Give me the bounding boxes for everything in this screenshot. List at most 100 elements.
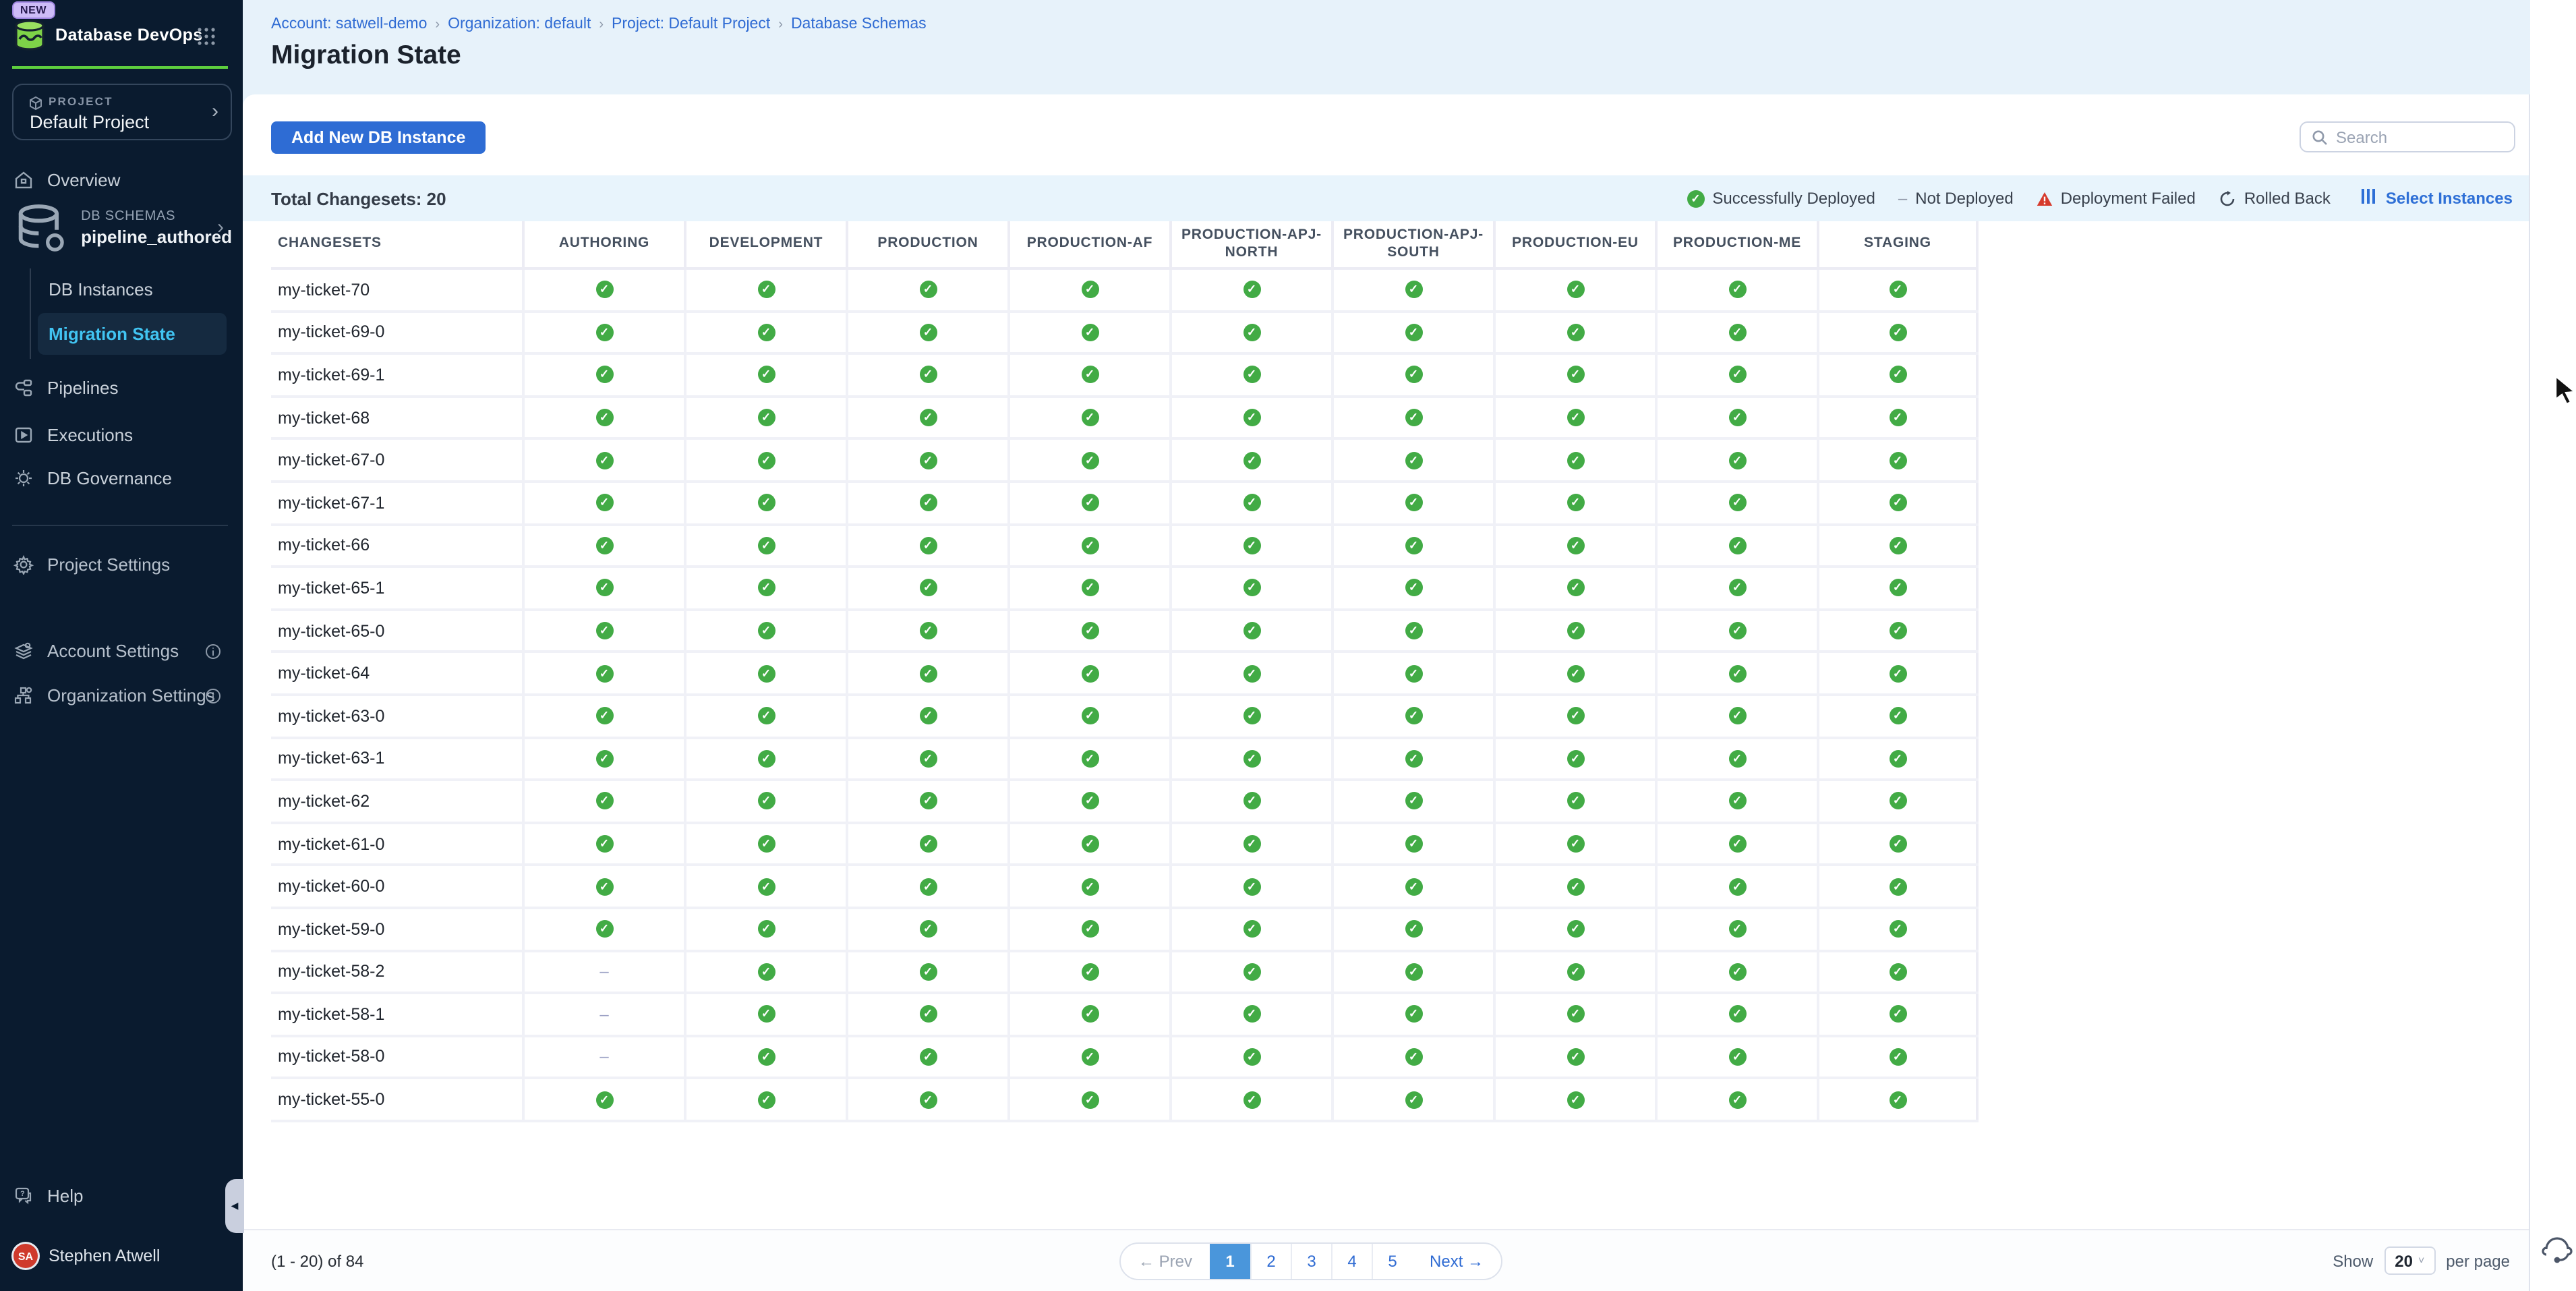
breadcrumb-account[interactable]: Account: satwell-demo (271, 16, 427, 32)
status-cell: ✓ (1655, 1080, 1817, 1120)
status-deployed-icon: ✓ (1889, 750, 1906, 768)
breadcrumb-database-schemas[interactable]: Database Schemas (791, 16, 927, 32)
status-cell: ✓ (846, 654, 1007, 693)
search-input[interactable] (2336, 127, 2503, 146)
status-not-deployed-icon: – (599, 963, 608, 981)
status-cell: ✓ (1817, 270, 1979, 310)
sidebar-item-executions[interactable]: Executions (13, 417, 232, 452)
status-deployed-icon: ✓ (1889, 878, 1906, 895)
status-deployed-icon: ✓ (1889, 324, 1906, 341)
status-deployed-icon: ✓ (1889, 1006, 1906, 1023)
status-deployed-icon: ✓ (757, 1006, 775, 1023)
column-header: STAGING (1817, 221, 1979, 267)
page-button-4[interactable]: 4 (1331, 1244, 1372, 1279)
status-deployed-icon: ✓ (919, 835, 937, 853)
sidebar-item-help[interactable]: ? Help (13, 1178, 232, 1213)
search-box[interactable] (2300, 121, 2515, 152)
status-cell: ✓ (1331, 739, 1493, 778)
status-deployed-icon: ✓ (1243, 793, 1260, 810)
sidebar-item-db-schemas[interactable]: DB SCHEMAS pipeline_authored › (13, 200, 232, 256)
status-deployed-icon: ✓ (1567, 793, 1584, 810)
sidebar-item-organization-settings[interactable]: Organization Settings (13, 677, 232, 712)
status-cell: ✓ (1817, 994, 1979, 1034)
status-cell: ✓ (1331, 568, 1493, 608)
breadcrumb-project[interactable]: Project: Default Project (612, 16, 770, 32)
status-cell: ✓ (1493, 440, 1655, 480)
legend: ✓Successfully Deployed–Not DeployedDeplo… (1687, 189, 2513, 208)
page-button-2[interactable]: 2 (1250, 1244, 1291, 1279)
status-cell: ✓ (684, 1080, 846, 1120)
page-button-3[interactable]: 3 (1291, 1244, 1331, 1279)
status-cell: ✓ (1169, 355, 1331, 395)
app-grid-icon[interactable] (197, 27, 216, 46)
user-menu[interactable]: SA Stephen Atwell (13, 1238, 232, 1273)
status-cell: ✓ (1007, 525, 1169, 565)
legend-item: ✓Successfully Deployed (1687, 189, 1875, 208)
status-deployed-icon: ✓ (1243, 324, 1260, 341)
add-new-db-instance-button[interactable]: Add New DB Instance (271, 121, 486, 154)
status-cell: ✓ (1817, 483, 1979, 523)
status-deployed-icon: ✓ (595, 793, 613, 810)
next-page-button[interactable]: Next → (1412, 1244, 1501, 1279)
changeset-name: my-ticket-67-0 (271, 440, 522, 480)
status-deployed-icon: ✓ (757, 793, 775, 810)
status-cell: ✓ (1007, 867, 1169, 907)
info-icon[interactable] (205, 687, 221, 703)
prev-page-button[interactable]: ← Prev (1121, 1244, 1210, 1279)
sidebar-item-pipelines[interactable]: Pipelines (13, 370, 232, 405)
status-deployed-icon: ✓ (1405, 537, 1422, 554)
status-deployed-icon: ✓ (757, 750, 775, 768)
status-deployed-icon: ✓ (1567, 1048, 1584, 1066)
status-deployed-icon: ✓ (1243, 1091, 1260, 1108)
project-label: PROJECT (49, 94, 113, 108)
sidebar-item-account-settings[interactable]: Account Settings (13, 633, 232, 668)
status-cell: ✓ (522, 270, 684, 310)
project-selector[interactable]: PROJECT Default Project › (12, 84, 232, 140)
status-deployed-icon: ✓ (757, 622, 775, 639)
changeset-name: my-ticket-60-0 (271, 867, 522, 907)
status-cell: ✓ (522, 440, 684, 480)
status-deployed-icon: ✓ (1567, 963, 1584, 981)
select-instances-button[interactable]: Select Instances (2362, 189, 2513, 208)
app-root: NEW Database DevOps PROJECT Default Proj… (0, 0, 2576, 1291)
status-deployed-icon: ✓ (757, 494, 775, 512)
status-deployed-icon: ✓ (1728, 707, 1746, 724)
status-deployed-icon: ✓ (1081, 963, 1099, 981)
info-icon[interactable] (205, 642, 221, 658)
sidebar-item-project-settings[interactable]: Project Settings (13, 546, 232, 581)
status-cell: ✓ (1493, 867, 1655, 907)
table-row: my-ticket-69-1✓✓✓✓✓✓✓✓✓ (271, 355, 1979, 397)
table-row: my-ticket-61-0✓✓✓✓✓✓✓✓✓ (271, 824, 1979, 866)
summary-band: Total Changesets: 20 ✓Successfully Deplo… (243, 175, 2529, 221)
changeset-name: my-ticket-68 (271, 398, 522, 438)
sidebar-item-overview[interactable]: Overview (13, 162, 232, 197)
support-headset-icon[interactable] (2541, 1230, 2573, 1272)
status-cell: ✓ (1007, 952, 1169, 992)
changeset-name: my-ticket-65-1 (271, 568, 522, 608)
status-deployed-icon: ✓ (1889, 835, 1906, 853)
status-deployed-icon: ✓ (1243, 963, 1260, 981)
status-cell: ✓ (1817, 824, 1979, 863)
status-deployed-icon: ✓ (595, 579, 613, 597)
page-size-select[interactable]: 20 ˅ (2384, 1246, 2435, 1275)
status-cell: ✓ (522, 525, 684, 565)
changeset-name: my-ticket-55-0 (271, 1080, 522, 1120)
status-deployed-icon: ✓ (919, 1091, 937, 1108)
search-icon (2312, 129, 2328, 145)
sidebar-item-migration-state[interactable]: Migration State (38, 313, 227, 355)
page-button-5[interactable]: 5 (1372, 1244, 1412, 1279)
status-not-deployed-icon: – (599, 1005, 608, 1024)
sidebar-collapse-toggle[interactable]: ◀ (225, 1179, 244, 1233)
status-cell: ✓ (1493, 696, 1655, 736)
status-deployed-icon: ✓ (1405, 750, 1422, 768)
breadcrumb-organization[interactable]: Organization: default (448, 16, 591, 32)
table-body: my-ticket-70✓✓✓✓✓✓✓✓✓my-ticket-69-0✓✓✓✓✓… (271, 270, 1979, 1122)
status-cell: ✓ (1007, 824, 1169, 863)
sidebar-item-db-governance[interactable]: DB Governance (13, 460, 232, 495)
sidebar-item-db-instances[interactable]: DB Instances (49, 271, 232, 306)
status-cell: ✓ (684, 440, 846, 480)
status-cell: ✓ (1007, 1037, 1169, 1077)
status-deployed-icon: ✓ (1889, 366, 1906, 384)
user-avatar: SA (13, 1244, 38, 1268)
page-button-1[interactable]: 1 (1210, 1244, 1250, 1279)
